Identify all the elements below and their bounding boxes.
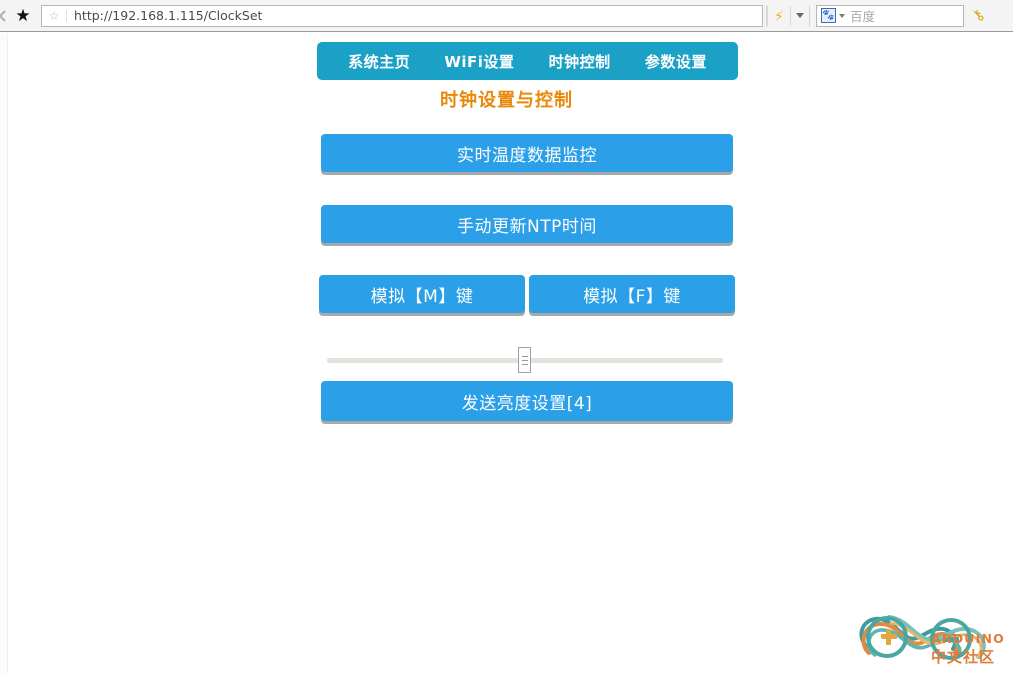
lightning-bolt-icon[interactable]: ⚡ [767, 5, 791, 26]
nav-item-params[interactable]: 参数设置 [645, 51, 707, 72]
nav-item-clock[interactable]: 时钟控制 [549, 51, 611, 72]
page-viewport: 系统主页 WiFi设置 时钟控制 参数设置 时钟设置与控制 实时温度数据监控 手… [0, 33, 1013, 673]
bookmark-star-icon[interactable]: ★ [10, 3, 36, 29]
search-box[interactable]: 🐾 百度 [816, 4, 964, 27]
nav-item-wifi[interactable]: WiFi设置 [444, 51, 514, 72]
slider-grip-line [521, 355, 528, 357]
back-arrow-icon[interactable] [0, 9, 8, 22]
simulate-key-m-button[interactable]: 模拟【M】键 [319, 275, 525, 313]
watermark-text-cn: 中文社区 [931, 648, 996, 666]
bookmark-this-page-icon[interactable]: ☆ [42, 9, 67, 22]
arduino-community-logo: ARDUINO 中文社区 [855, 601, 1005, 673]
brightness-slider[interactable] [321, 346, 729, 374]
key-icon[interactable]: ⚷ [969, 6, 989, 26]
slider-grip-line [521, 359, 528, 361]
simulate-key-f-button[interactable]: 模拟【F】键 [529, 275, 735, 313]
ntp-update-button[interactable]: 手动更新NTP时间 [321, 205, 733, 243]
slider-grip-line [521, 363, 528, 365]
nav-item-home[interactable]: 系统主页 [348, 51, 410, 72]
send-brightness-button[interactable]: 发送亮度设置[4] [321, 381, 733, 421]
address-bar[interactable]: ☆ http://192.168.1.115/ClockSet [41, 4, 763, 27]
search-input-placeholder[interactable]: 百度 [848, 6, 875, 25]
temperature-monitor-button[interactable]: 实时温度数据监控 [321, 134, 733, 172]
chevron-down-icon[interactable] [791, 13, 809, 18]
flash-tool-group: ⚡ [766, 4, 810, 27]
browser-toolbar: ★ ☆ http://192.168.1.115/ClockSet ⚡ 🐾 百度… [0, 0, 1013, 32]
page-title: 时钟设置与控制 [440, 90, 573, 111]
search-engine-chevron-down-icon[interactable] [836, 13, 848, 18]
baidu-paw-icon[interactable]: 🐾 [821, 8, 836, 23]
watermark-text-en: ARDUINO [931, 631, 1005, 646]
address-bar-url: http://192.168.1.115/ClockSet [74, 8, 263, 23]
slider-thumb[interactable] [518, 347, 531, 373]
site-navbar: 系统主页 WiFi设置 时钟控制 参数设置 [317, 42, 738, 80]
page-left-gutter [0, 33, 8, 673]
